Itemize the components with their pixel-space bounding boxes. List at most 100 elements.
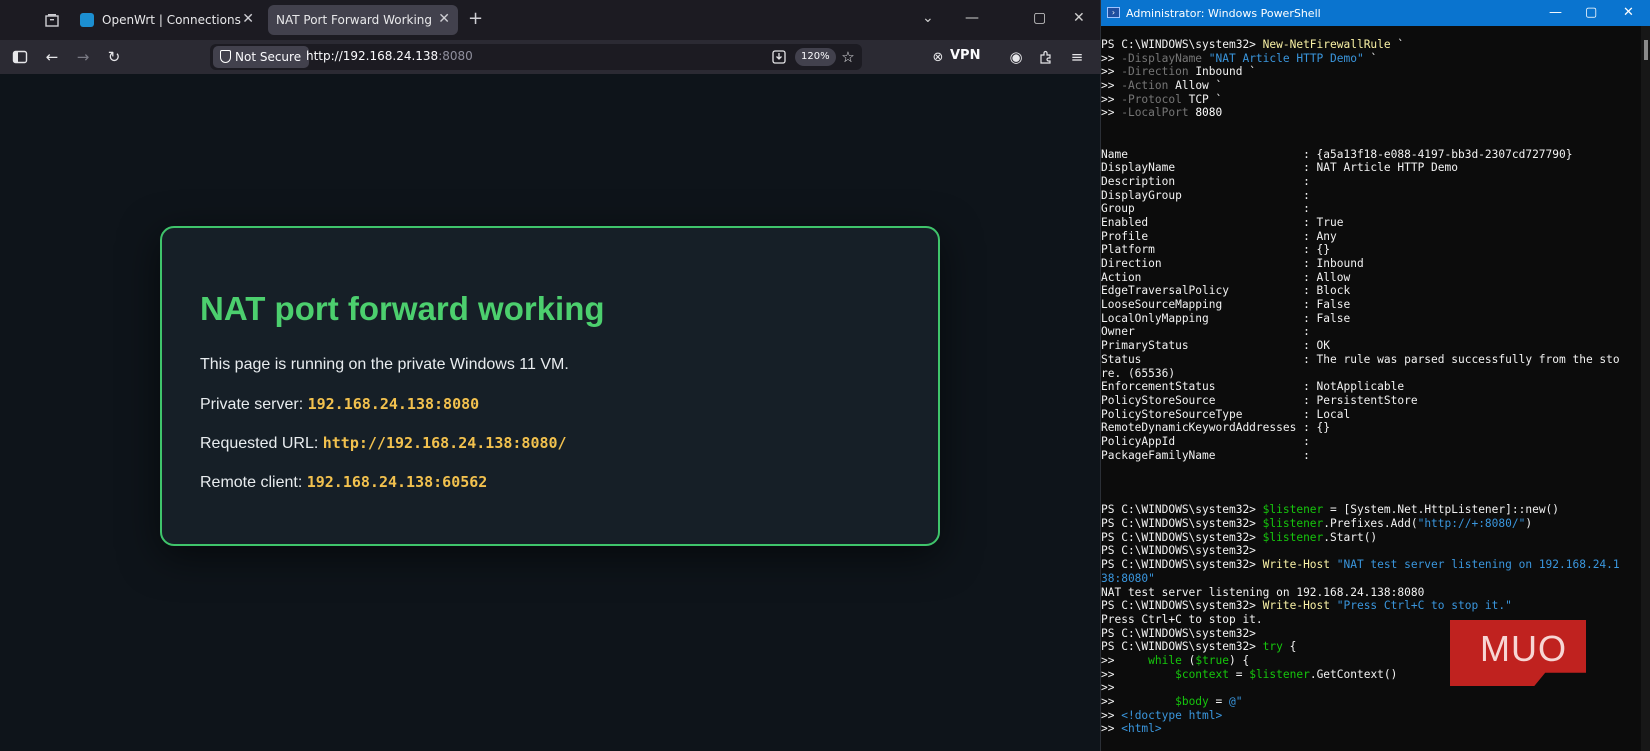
console-line: PS C:\WINDOWS\system32> [1101,544,1636,558]
private-server-value: 192.168.24.138:8080 [307,395,480,413]
ps-close-icon[interactable]: ✕ [1623,5,1634,20]
console-line: Platform : {} [1101,243,1636,257]
forward-arrow-icon[interactable]: → [71,45,95,69]
tab-nat-port-forward[interactable]: NAT Port Forward Working ✕ [268,5,458,35]
maximize-icon[interactable]: ▢ [1033,10,1046,26]
not-secure-badge[interactable]: Not Secure [213,46,310,68]
console-text: Direction : Inbound [1101,257,1364,270]
console-text: Group : [1101,202,1310,216]
back-arrow-icon[interactable]: ← [40,45,64,69]
console-text: ` [1363,51,1378,65]
console-text: { [1282,640,1297,654]
muo-logo-text: MUO [1480,628,1567,669]
console-line: DisplayName : NAT Article HTTP Demo [1101,161,1636,175]
console-text: ` [1390,38,1405,51]
vpn-label[interactable]: VPN [950,48,980,63]
console-text: RemoteDynamicKeywordAddresses : {} [1101,421,1331,435]
private-server-label: Private server: [200,396,304,413]
console-text: Write-Host [1262,599,1331,613]
console-text: PackageFamilyName : [1101,448,1310,462]
shield-icon [220,50,231,63]
address-bar[interactable]: Not Secure http://192.168.24.138:8080 12… [210,44,862,70]
console-text: DisplayGroup : [1101,188,1310,202]
tab-openwrt[interactable]: OpenWrt | Connections ✕ [72,5,262,35]
console-line: LooseSourceMapping : False [1101,298,1636,312]
console-text: <!doctype html> [1121,708,1223,722]
console-text: PS C:\WINDOWS\system32> [1101,626,1256,640]
url-host: http://192.168.24.138 [306,49,439,63]
extensions-icon[interactable] [1034,45,1058,69]
console-scroll-thumb[interactable] [1644,40,1648,60]
console-text: PS C:\WINDOWS\system32> [1101,599,1263,613]
console-line: >> -Protocol TCP ` [1101,93,1636,107]
console-text: EnforcementStatus : NotApplicable [1101,380,1405,394]
vpn-status-icon: ⊗ [932,49,944,65]
console-text: EdgeTraversalPolicy : Block [1101,284,1351,298]
console-text: Profile : Any [1101,229,1337,243]
console-text: $context [1175,667,1229,681]
console-scrollbar[interactable] [1641,26,1650,751]
console-line: Description : [1101,175,1636,189]
console-line: >> $body = @" [1101,695,1636,709]
console-text: try [1262,640,1283,654]
console-line: >> -Action Allow ` [1101,79,1636,93]
sidebar-icon[interactable] [8,45,32,69]
console-text: Allow ` [1175,79,1223,93]
powershell-icon: › [1107,7,1120,18]
download-icon[interactable] [767,45,791,69]
console-line: re. (65536) [1101,367,1636,381]
console-text: DisplayName : NAT Article HTTP Demo [1101,161,1458,175]
console-line: >> -DisplayName "NAT Article HTTP Demo" … [1101,52,1636,66]
console-text: >> [1101,653,1149,667]
console-line: Action : Allow [1101,271,1636,285]
console-line: PS C:\WINDOWS\system32> $listener.Prefix… [1101,517,1636,531]
close-tab-icon[interactable]: ✕ [438,11,450,27]
console-text: -LocalPort [1121,106,1196,120]
console-text: -DisplayName [1121,51,1209,65]
console-text: -Protocol [1121,92,1189,106]
openwrt-favicon-icon [80,13,94,27]
console-text: >> [1101,681,1115,695]
console-text: <html> [1121,722,1162,736]
console-text: -Action [1121,79,1176,93]
console-text: = [1208,695,1229,708]
menu-icon[interactable]: ≡ [1065,45,1089,69]
tab-list-chevron-icon[interactable]: ⌄ [922,10,934,26]
console-line: PolicyStoreSourceType : Local [1101,408,1636,422]
url-text[interactable]: http://192.168.24.138:8080 [306,49,473,63]
console-text: PS C:\WINDOWS\system32> [1101,517,1263,531]
console-text: $listener [1262,517,1324,531]
ps-minimize-icon[interactable]: — [1549,5,1562,20]
zoom-level[interactable]: 120% [795,48,836,66]
console-text: >> [1101,79,1122,93]
console-text: >> [1101,722,1122,736]
console-text: TCP ` [1188,92,1223,106]
console-line: Profile : Any [1101,230,1636,244]
console-text: PS C:\WINDOWS\system32> [1101,530,1263,544]
console-text: .GetContext() [1309,667,1398,681]
console-text: Press Ctrl+C to stop it. [1101,612,1263,626]
bookmark-star-icon[interactable]: ☆ [836,45,860,69]
close-window-icon[interactable]: ✕ [1073,10,1085,26]
ps-maximize-icon[interactable]: ▢ [1585,5,1597,20]
console-line: NAT test server listening on 192.168.24.… [1101,586,1636,600]
console-line: Name : {a5a13f18-e088-4197-bb3d-2307cd72… [1101,148,1636,162]
console-text: Name : {a5a13f18-e088-4197-bb3d-2307cd72… [1101,147,1573,161]
console-text: "NAT test server listening on 192.168.24… [1330,558,1620,572]
new-tab-icon[interactable]: + [468,8,483,29]
tab-overview-icon[interactable] [40,8,64,32]
console-text: $listener [1262,530,1324,544]
account-icon[interactable]: ◉ [1004,45,1028,69]
remote-client-line: Remote client: 192.168.24.138:60562 [200,473,487,492]
reload-icon[interactable]: ↻ [102,45,126,69]
console-line: PS C:\WINDOWS\system32> $listener = [Sys… [1101,503,1636,517]
console-line: LocalOnlyMapping : False [1101,312,1636,326]
console-text: Action : Allow [1101,270,1351,284]
private-server-line: Private server: 192.168.24.138:8080 [200,395,479,414]
close-tab-icon[interactable]: ✕ [242,11,254,27]
minimize-icon[interactable]: — [965,10,979,26]
